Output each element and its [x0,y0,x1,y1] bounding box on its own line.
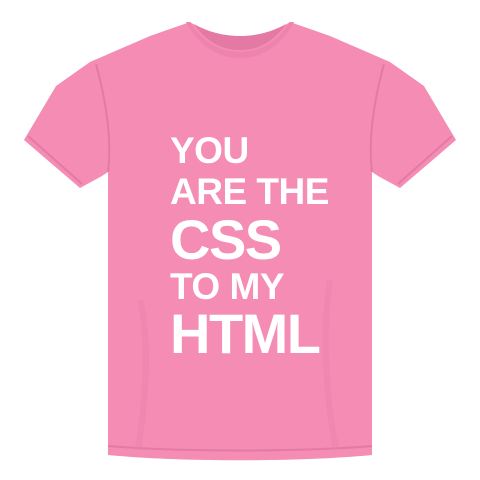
print-line-are-the: ARE THE [170,171,329,212]
print-line-html: HTML [170,302,321,365]
product-image: YOU ARE THE CSS TO MY HTML [0,0,480,480]
print-line-to-my: TO MY [170,266,285,307]
print-line-you: YOU [170,130,249,171]
print-line-css: CSS [170,208,282,271]
shirt-print-text: YOU ARE THE CSS TO MY HTML [170,132,370,362]
